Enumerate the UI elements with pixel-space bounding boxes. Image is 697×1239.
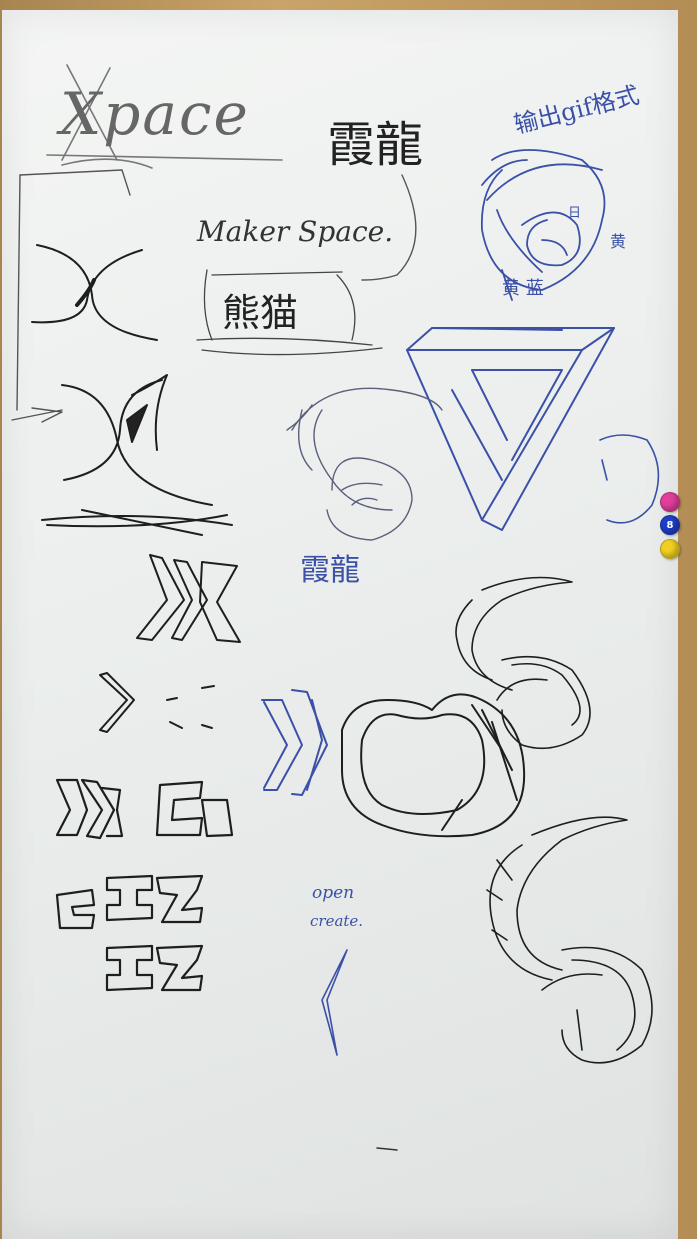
pink-magnet	[660, 492, 680, 512]
blue-arc	[599, 434, 660, 524]
ci-logo-sketch	[55, 874, 204, 992]
x-logo-sketch-1	[31, 244, 158, 341]
black-swirl-top	[455, 576, 591, 750]
yellow-magnet	[660, 539, 680, 559]
black-loop-logo	[341, 693, 526, 838]
blue-magnet: 8	[660, 515, 680, 535]
blue-bolt	[321, 949, 348, 1056]
sun-mark: 日	[568, 206, 582, 221]
blue-swirl-middle	[286, 387, 443, 541]
bracket-lines	[11, 169, 417, 423]
whiteboard-surface: Xpace 霞龍 Maker Space. 熊猫 输出gif格式 日 黄 黄 蓝…	[2, 10, 678, 1239]
penrose-triangle	[406, 327, 615, 531]
xc-logo-sketch	[55, 778, 234, 840]
yellow-blue-note: 黄 蓝	[502, 278, 544, 299]
sketch-layer	[11, 64, 660, 1151]
open-text: open	[312, 883, 355, 903]
chinese-title: 霞龍	[327, 117, 424, 173]
black-swirl-bottom	[486, 816, 653, 1064]
boxed-chinese-text: 熊猫	[222, 291, 299, 335]
x-eye-logo-sketch	[41, 374, 233, 536]
yellow-note: 黄	[610, 232, 627, 251]
maker-space-text: Maker Space.	[197, 215, 394, 248]
blue-x-logo	[261, 689, 328, 796]
x-block-logo	[136, 554, 241, 643]
xpace-title: Xpace	[60, 80, 250, 148]
create-text: create.	[310, 912, 364, 930]
chevron-sketches	[99, 672, 215, 733]
bottom-dash	[376, 1147, 398, 1151]
small-chinese-text: 霞龍	[300, 553, 360, 588]
